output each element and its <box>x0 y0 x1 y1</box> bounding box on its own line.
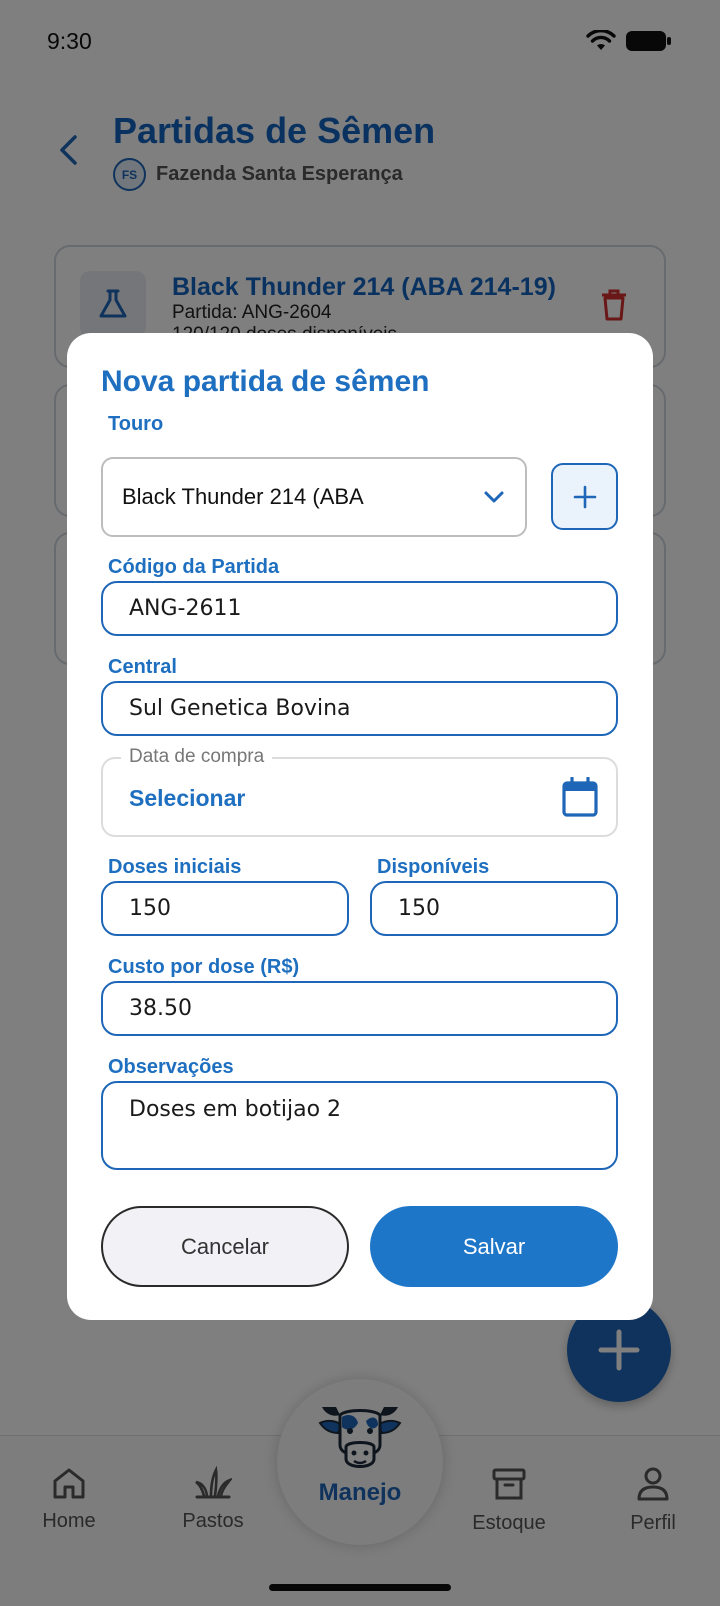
central-input[interactable]: Sul Genetica Bovina <box>101 681 618 736</box>
codigo-input[interactable]: ANG-2611 <box>101 581 618 636</box>
touro-value: Black Thunder 214 (ABA <box>122 484 364 509</box>
central-label: Central <box>108 656 177 678</box>
chevron-down-icon <box>484 491 504 503</box>
save-button[interactable]: Salvar <box>370 1206 618 1287</box>
new-semen-batch-dialog: Nova partida de sêmen Touro Black Thunde… <box>67 333 653 1320</box>
cancel-button[interactable]: Cancelar <box>101 1206 349 1287</box>
plus-icon <box>573 485 596 508</box>
doses-iniciais-input[interactable]: 150 <box>101 881 349 936</box>
codigo-label: Código da Partida <box>108 556 280 578</box>
touro-select[interactable]: Black Thunder 214 (ABA <box>101 457 527 537</box>
custo-label: Custo por dose (R$) <box>108 956 300 978</box>
date-value: Selecionar <box>129 785 246 811</box>
purchase-date-field[interactable]: Data de compra Selecionar <box>101 746 618 837</box>
doses-iniciais-label: Doses iniciais <box>108 856 242 878</box>
observacoes-textarea[interactable]: Doses em botijao 2 <box>101 1081 618 1170</box>
disponiveis-input[interactable]: 150 <box>370 881 618 936</box>
observacoes-label: Observações <box>108 1056 234 1078</box>
dialog-title: Nova partida de sêmen <box>101 365 430 398</box>
touro-label: Touro <box>108 413 164 435</box>
date-label: Data de compra <box>121 746 273 768</box>
custo-input[interactable]: 38.50 <box>101 981 618 1036</box>
disponiveis-label: Disponíveis <box>377 856 490 878</box>
calendar-icon <box>562 777 598 817</box>
add-touro-button[interactable] <box>551 463 618 530</box>
